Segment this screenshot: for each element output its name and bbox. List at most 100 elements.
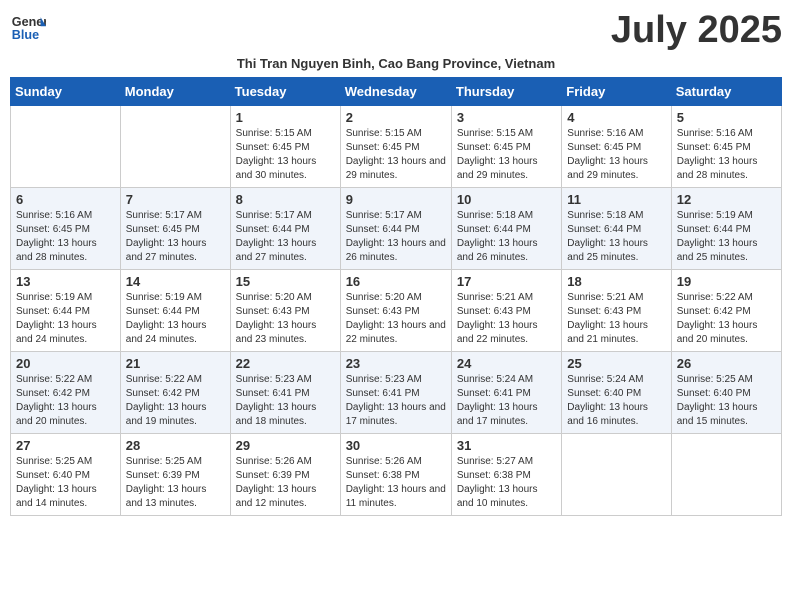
weekday-header-friday: Friday <box>562 77 671 105</box>
day-number: 21 <box>126 356 225 371</box>
calendar-week-4: 20Sunrise: 5:22 AM Sunset: 6:42 PM Dayli… <box>11 351 782 433</box>
calendar-cell: 12 Sunrise: 5:19 AM Sunset: 6:44 PM Dayli… <box>671 187 781 269</box>
logo: General Blue <box>10 10 46 46</box>
calendar-cell: 21Sunrise: 5:22 AM Sunset: 6:42 PM Dayli… <box>120 351 230 433</box>
calendar-cell: 17 Sunrise: 5:21 AM Sunset: 6:43 PM Dayli… <box>451 269 561 351</box>
day-info: Sunrise: 5:21 AM Sunset: 6:43 PM Dayligh… <box>567 291 665 347</box>
day-info: Sunrise: 5:21 AM Sunset: 6:43 PM Dayligh… <box>457 291 556 347</box>
logo-icon: General Blue <box>10 10 46 46</box>
calendar-cell: 30Sunrise: 5:26 AM Sunset: 6:38 PM Dayli… <box>340 433 451 515</box>
day-info: Sunrise: 5:16 AM Sunset: 6:45 PM Dayligh… <box>16 209 115 265</box>
calendar-cell: 4 Sunrise: 5:16 AM Sunset: 6:45 PM Daylig… <box>562 105 671 187</box>
month-title: July 2025 <box>611 10 782 52</box>
day-number: 29 <box>236 438 335 453</box>
day-number: 17 <box>457 274 556 289</box>
calendar-week-2: 6 Sunrise: 5:16 AM Sunset: 6:45 PM Daylig… <box>11 187 782 269</box>
day-number: 1 <box>236 110 335 125</box>
calendar-cell: 20Sunrise: 5:22 AM Sunset: 6:42 PM Dayli… <box>11 351 121 433</box>
weekday-header-thursday: Thursday <box>451 77 561 105</box>
svg-text:Blue: Blue <box>12 28 39 42</box>
day-info: Sunrise: 5:18 AM Sunset: 6:44 PM Dayligh… <box>457 209 556 265</box>
day-number: 9 <box>346 192 446 207</box>
calendar-week-3: 13Sunrise: 5:19 AM Sunset: 6:44 PM Dayli… <box>11 269 782 351</box>
day-number: 20 <box>16 356 115 371</box>
calendar-cell: 2 Sunrise: 5:15 AM Sunset: 6:45 PM Daylig… <box>340 105 451 187</box>
day-number: 12 <box>677 192 776 207</box>
day-info: Sunrise: 5:25 AM Sunset: 6:40 PM Dayligh… <box>677 373 776 429</box>
weekday-header-tuesday: Tuesday <box>230 77 340 105</box>
calendar-cell <box>11 105 121 187</box>
day-info: Sunrise: 5:16 AM Sunset: 6:45 PM Dayligh… <box>567 127 665 183</box>
day-info: Sunrise: 5:22 AM Sunset: 6:42 PM Dayligh… <box>677 291 776 347</box>
calendar-cell: 22 Sunrise: 5:23 AM Sunset: 6:41 PM Dayli… <box>230 351 340 433</box>
calendar-cell: 25 Sunrise: 5:24 AM Sunset: 6:40 PM Dayli… <box>562 351 671 433</box>
calendar-cell: 11 Sunrise: 5:18 AM Sunset: 6:44 PM Dayli… <box>562 187 671 269</box>
calendar-cell <box>671 433 781 515</box>
day-info: Sunrise: 5:15 AM Sunset: 6:45 PM Dayligh… <box>236 127 335 183</box>
day-number: 26 <box>677 356 776 371</box>
day-info: Sunrise: 5:16 AM Sunset: 6:45 PM Dayligh… <box>677 127 776 183</box>
day-info: Sunrise: 5:17 AM Sunset: 6:44 PM Dayligh… <box>236 209 335 265</box>
day-number: 25 <box>567 356 665 371</box>
calendar-cell: 29 Sunrise: 5:26 AM Sunset: 6:39 PM Dayli… <box>230 433 340 515</box>
calendar-cell: 10 Sunrise: 5:18 AM Sunset: 6:44 PM Dayli… <box>451 187 561 269</box>
day-info: Sunrise: 5:26 AM Sunset: 6:39 PM Dayligh… <box>236 455 335 511</box>
day-info: Sunrise: 5:25 AM Sunset: 6:39 PM Dayligh… <box>126 455 225 511</box>
day-number: 8 <box>236 192 335 207</box>
calendar-cell: 24 Sunrise: 5:24 AM Sunset: 6:41 PM Dayli… <box>451 351 561 433</box>
subtitle: Thi Tran Nguyen Binh, Cao Bang Province,… <box>10 56 782 71</box>
calendar-cell: 13Sunrise: 5:19 AM Sunset: 6:44 PM Dayli… <box>11 269 121 351</box>
day-number: 2 <box>346 110 446 125</box>
calendar-cell: 31 Sunrise: 5:27 AM Sunset: 6:38 PM Dayli… <box>451 433 561 515</box>
day-number: 7 <box>126 192 225 207</box>
calendar-cell: 14Sunrise: 5:19 AM Sunset: 6:44 PM Dayli… <box>120 269 230 351</box>
day-info: Sunrise: 5:20 AM Sunset: 6:43 PM Dayligh… <box>346 291 446 347</box>
day-info: Sunrise: 5:23 AM Sunset: 6:41 PM Dayligh… <box>236 373 335 429</box>
calendar-cell: 19 Sunrise: 5:22 AM Sunset: 6:42 PM Dayli… <box>671 269 781 351</box>
calendar-cell <box>120 105 230 187</box>
calendar-cell: 5 Sunrise: 5:16 AM Sunset: 6:45 PM Daylig… <box>671 105 781 187</box>
day-number: 24 <box>457 356 556 371</box>
day-number: 10 <box>457 192 556 207</box>
day-number: 6 <box>16 192 115 207</box>
calendar-table: SundayMondayTuesdayWednesdayThursdayFrid… <box>10 77 782 516</box>
calendar-body: 1 Sunrise: 5:15 AM Sunset: 6:45 PM Daylig… <box>11 105 782 515</box>
weekday-header-saturday: Saturday <box>671 77 781 105</box>
day-number: 5 <box>677 110 776 125</box>
day-number: 19 <box>677 274 776 289</box>
day-info: Sunrise: 5:19 AM Sunset: 6:44 PM Dayligh… <box>677 209 776 265</box>
day-info: Sunrise: 5:23 AM Sunset: 6:41 PM Dayligh… <box>346 373 446 429</box>
calendar-cell: 6 Sunrise: 5:16 AM Sunset: 6:45 PM Daylig… <box>11 187 121 269</box>
calendar-cell: 26 Sunrise: 5:25 AM Sunset: 6:40 PM Dayli… <box>671 351 781 433</box>
day-number: 11 <box>567 192 665 207</box>
day-number: 31 <box>457 438 556 453</box>
day-info: Sunrise: 5:24 AM Sunset: 6:40 PM Dayligh… <box>567 373 665 429</box>
day-info: Sunrise: 5:24 AM Sunset: 6:41 PM Dayligh… <box>457 373 556 429</box>
day-info: Sunrise: 5:25 AM Sunset: 6:40 PM Dayligh… <box>16 455 115 511</box>
day-info: Sunrise: 5:17 AM Sunset: 6:45 PM Dayligh… <box>126 209 225 265</box>
title-section: July 2025 <box>611 10 782 52</box>
calendar-header-row: SundayMondayTuesdayWednesdayThursdayFrid… <box>11 77 782 105</box>
calendar-week-5: 27 Sunrise: 5:25 AM Sunset: 6:40 PM Dayli… <box>11 433 782 515</box>
day-number: 27 <box>16 438 115 453</box>
day-number: 15 <box>236 274 335 289</box>
day-info: Sunrise: 5:15 AM Sunset: 6:45 PM Dayligh… <box>346 127 446 183</box>
calendar-cell: 9 Sunrise: 5:17 AM Sunset: 6:44 PM Daylig… <box>340 187 451 269</box>
day-info: Sunrise: 5:27 AM Sunset: 6:38 PM Dayligh… <box>457 455 556 511</box>
day-number: 16 <box>346 274 446 289</box>
day-number: 30 <box>346 438 446 453</box>
day-info: Sunrise: 5:18 AM Sunset: 6:44 PM Dayligh… <box>567 209 665 265</box>
day-info: Sunrise: 5:15 AM Sunset: 6:45 PM Dayligh… <box>457 127 556 183</box>
weekday-header-sunday: Sunday <box>11 77 121 105</box>
calendar-cell: 28Sunrise: 5:25 AM Sunset: 6:39 PM Dayli… <box>120 433 230 515</box>
calendar-cell: 18Sunrise: 5:21 AM Sunset: 6:43 PM Dayli… <box>562 269 671 351</box>
day-number: 23 <box>346 356 446 371</box>
calendar-cell: 16 Sunrise: 5:20 AM Sunset: 6:43 PM Dayli… <box>340 269 451 351</box>
calendar-cell: 8 Sunrise: 5:17 AM Sunset: 6:44 PM Daylig… <box>230 187 340 269</box>
day-number: 3 <box>457 110 556 125</box>
day-number: 4 <box>567 110 665 125</box>
weekday-header-monday: Monday <box>120 77 230 105</box>
calendar-cell: 3 Sunrise: 5:15 AM Sunset: 6:45 PM Daylig… <box>451 105 561 187</box>
day-info: Sunrise: 5:17 AM Sunset: 6:44 PM Dayligh… <box>346 209 446 265</box>
day-number: 22 <box>236 356 335 371</box>
